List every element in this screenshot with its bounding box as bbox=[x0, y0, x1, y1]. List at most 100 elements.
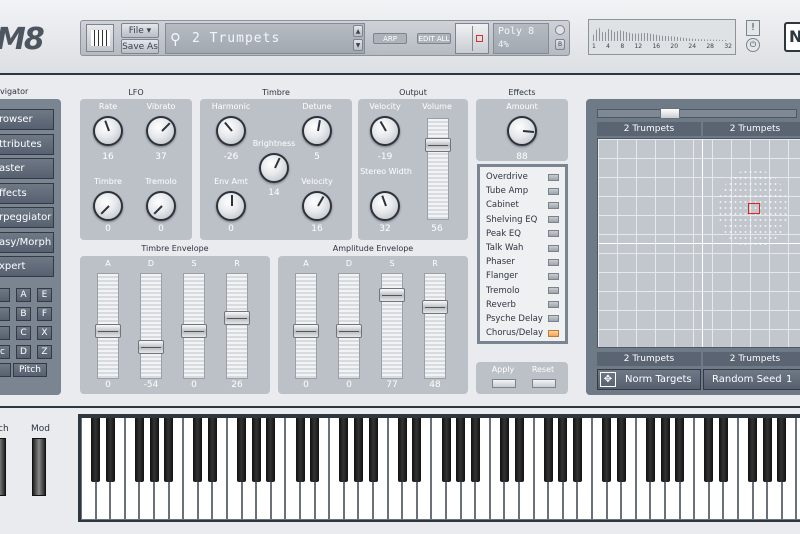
fx-item-flanger[interactable]: Flanger bbox=[480, 269, 565, 283]
preset-down-button[interactable]: ▼ bbox=[353, 39, 363, 51]
fx-item-peak-eq[interactable]: Peak EQ bbox=[480, 227, 565, 241]
fx-item-psyche-delay[interactable]: Psyche Delay bbox=[480, 312, 565, 326]
black-key[interactable] bbox=[456, 418, 466, 482]
black-key[interactable] bbox=[105, 418, 115, 482]
fader-handle[interactable] bbox=[224, 310, 250, 325]
grid-button-x[interactable]: X bbox=[37, 326, 52, 340]
preset-up-button[interactable]: ▲ bbox=[353, 25, 363, 37]
amp-env-fader-a[interactable] bbox=[293, 273, 319, 379]
nav-item-easy-morph[interactable]: asy/Morph bbox=[0, 231, 54, 253]
fx-toggle[interactable] bbox=[548, 201, 559, 209]
save-as-button[interactable]: Save As bbox=[121, 39, 159, 54]
black-key[interactable] bbox=[353, 418, 363, 482]
black-key[interactable] bbox=[470, 418, 480, 482]
black-key[interactable] bbox=[704, 418, 714, 482]
effects-amount-knob[interactable] bbox=[507, 116, 537, 146]
amp-env-fader-s[interactable] bbox=[379, 273, 405, 379]
black-key[interactable] bbox=[572, 418, 582, 482]
fx-toggle[interactable] bbox=[548, 301, 559, 309]
fader-handle[interactable] bbox=[181, 323, 207, 338]
norm-targets-button[interactable]: ✥ Norm Targets bbox=[597, 369, 701, 390]
black-key[interactable] bbox=[134, 418, 144, 482]
fader-handle[interactable] bbox=[293, 323, 319, 338]
black-key[interactable] bbox=[602, 418, 612, 482]
black-key[interactable] bbox=[251, 418, 261, 482]
black-key[interactable] bbox=[193, 418, 203, 482]
random-seed-field[interactable]: Random Seed 1 bbox=[703, 369, 800, 390]
fx-toggle[interactable] bbox=[548, 315, 559, 323]
black-key[interactable] bbox=[368, 418, 378, 482]
timbre-detune-knob[interactable] bbox=[302, 116, 332, 146]
white-key[interactable] bbox=[796, 418, 800, 520]
fx-item-phaser[interactable]: Phaser bbox=[480, 255, 565, 269]
output-volume-fader[interactable] bbox=[425, 118, 451, 220]
lfo-tremolo-knob[interactable] bbox=[146, 191, 176, 221]
output-stereo-knob[interactable] bbox=[370, 191, 400, 221]
timbre-harmonic-knob[interactable] bbox=[216, 116, 246, 146]
arp-button[interactable]: ARP bbox=[373, 33, 407, 44]
grid-button[interactable] bbox=[0, 363, 11, 377]
black-key[interactable] bbox=[660, 418, 670, 482]
fx-toggle[interactable] bbox=[548, 230, 559, 238]
nav-item-effects[interactable]: ffects bbox=[0, 182, 54, 204]
fx-toggle[interactable] bbox=[548, 173, 559, 181]
timbre-env-fader-d[interactable] bbox=[138, 273, 164, 379]
snapshot-button[interactable]: B bbox=[555, 39, 565, 50]
fx-item-talk-wah[interactable]: Talk Wah bbox=[480, 241, 565, 255]
nav-item-attributes[interactable]: ttributes bbox=[0, 133, 54, 155]
black-key[interactable] bbox=[310, 418, 320, 482]
fader-handle[interactable] bbox=[425, 137, 451, 152]
black-key[interactable] bbox=[558, 418, 568, 482]
black-key[interactable] bbox=[91, 418, 101, 482]
fx-item-shelving-eq[interactable]: Shelving EQ bbox=[480, 213, 565, 227]
black-key[interactable] bbox=[645, 418, 655, 482]
fx-toggle[interactable] bbox=[548, 272, 559, 280]
black-key[interactable] bbox=[675, 418, 685, 482]
fx-toggle[interactable] bbox=[548, 329, 559, 337]
morph-xy-pad[interactable] bbox=[597, 138, 800, 348]
black-key[interactable] bbox=[718, 418, 728, 482]
fx-item-chorus-delay[interactable]: Chorus/Delay bbox=[480, 326, 565, 340]
output-velocity-knob[interactable] bbox=[370, 116, 400, 146]
fader-handle[interactable] bbox=[422, 300, 448, 315]
fx-item-reverb[interactable]: Reverb bbox=[480, 298, 565, 312]
black-key[interactable] bbox=[237, 418, 247, 482]
search-icon[interactable]: ⚲ bbox=[170, 30, 181, 48]
timbre-env-fader-r[interactable] bbox=[224, 273, 250, 379]
timbre-envamt-knob[interactable] bbox=[216, 191, 246, 221]
fx-item-tremolo[interactable]: Tremolo bbox=[480, 284, 565, 298]
black-key[interactable] bbox=[207, 418, 217, 482]
warning-icon[interactable]: ! bbox=[746, 20, 760, 36]
black-key[interactable] bbox=[412, 418, 422, 482]
lfo-timbre-knob[interactable] bbox=[93, 191, 123, 221]
view-toggle[interactable] bbox=[455, 23, 489, 54]
black-key[interactable] bbox=[295, 418, 305, 482]
amp-env-fader-d[interactable] bbox=[336, 273, 362, 379]
fx-item-tube-amp[interactable]: Tube Amp bbox=[480, 184, 565, 198]
nav-item-expert[interactable]: xpert bbox=[0, 256, 54, 277]
black-key[interactable] bbox=[748, 418, 758, 482]
morph-target-top-left[interactable]: 2 Trumpets bbox=[597, 122, 701, 136]
black-key[interactable] bbox=[514, 418, 524, 482]
edit-all-button[interactable]: EDIT ALL bbox=[417, 33, 451, 44]
mod-wheel[interactable] bbox=[32, 438, 46, 496]
black-key[interactable] bbox=[339, 418, 349, 482]
timbre-env-fader-a[interactable] bbox=[95, 273, 121, 379]
lfo-rate-knob[interactable] bbox=[93, 116, 123, 146]
black-key[interactable] bbox=[397, 418, 407, 482]
fx-toggle[interactable] bbox=[548, 287, 559, 295]
fx-toggle[interactable] bbox=[548, 258, 559, 266]
fader-handle[interactable] bbox=[379, 287, 405, 302]
grid-button-c[interactable]: C bbox=[16, 326, 31, 340]
fader-handle[interactable] bbox=[138, 339, 164, 354]
nav-item-master[interactable]: aster bbox=[0, 158, 54, 179]
amp-env-fader-r[interactable] bbox=[422, 273, 448, 379]
nav-item-arpeggiator[interactable]: rpeggiator bbox=[0, 207, 54, 228]
grid-button-d[interactable]: D bbox=[16, 345, 31, 359]
timbre-env-fader-s[interactable] bbox=[181, 273, 207, 379]
apply-button[interactable] bbox=[492, 379, 516, 388]
black-key[interactable] bbox=[149, 418, 159, 482]
fx-toggle[interactable] bbox=[548, 244, 559, 252]
morph-target-bottom-right[interactable]: 2 Trumpets bbox=[703, 352, 800, 366]
black-key[interactable] bbox=[762, 418, 772, 482]
